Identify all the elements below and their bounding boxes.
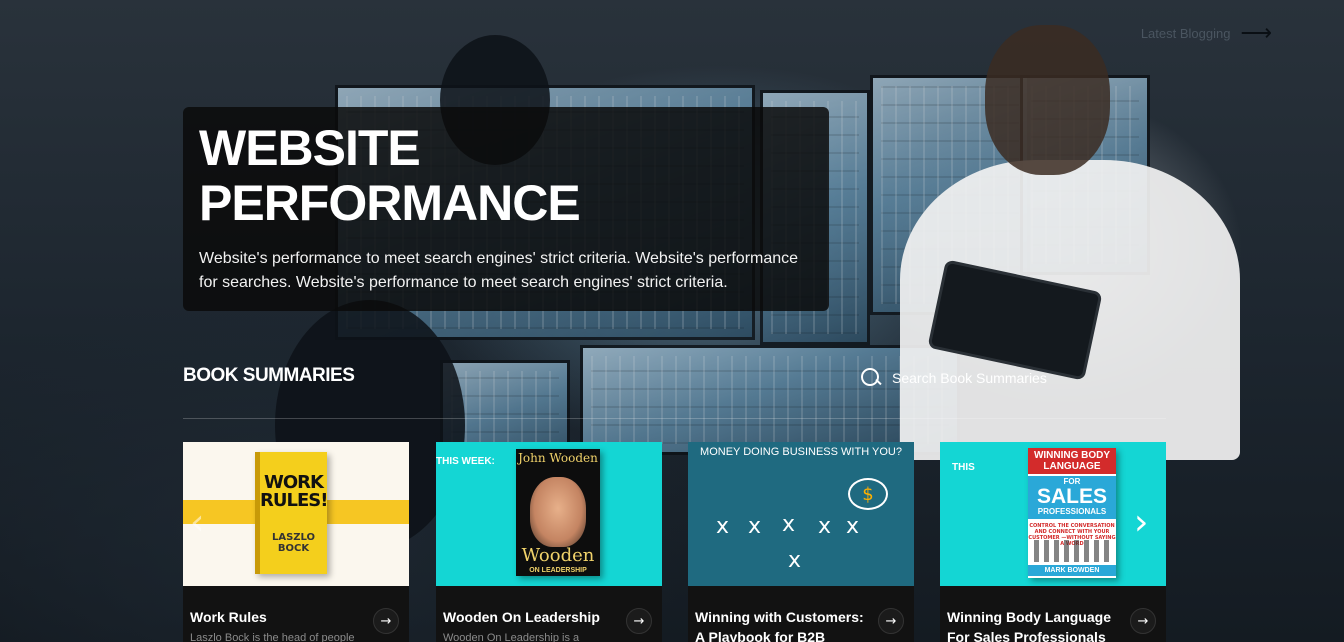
cover-mark: x: [818, 514, 832, 539]
section-divider: [183, 418, 1166, 419]
book-card[interactable]: THIS WINNING BODY LANGUAGE FOR SALES PRO…: [940, 442, 1166, 642]
cover-tag: THIS WEEK:: [436, 456, 495, 467]
book-description: Laszlo Bock is the head of people: [190, 632, 355, 642]
book-title: Winning Body Language For Sales Professi…: [947, 609, 1111, 642]
book-description: Wooden On Leadership is a: [443, 632, 580, 642]
cover-mark: x: [846, 514, 860, 539]
book-card[interactable]: THIS WEEK: John Wooden Wooden ON LEADERS…: [436, 442, 662, 642]
arrow-right-icon[interactable]: →: [373, 608, 399, 634]
latest-blogging-label: Latest Blogging: [1140, 25, 1231, 41]
arrow-right-icon: ⟶: [1240, 20, 1272, 45]
book-title: Work Rules: [190, 609, 267, 625]
cover-author: LASZLO BOCK: [271, 532, 316, 554]
book-cover-image: WORK RULES! LASZLO BOCK: [183, 442, 409, 586]
book-card[interactable]: MONEY DOING BUSINESS WITH YOU? x x x x x…: [688, 442, 914, 642]
cover-mark: x: [748, 514, 762, 539]
search-icon: [860, 367, 882, 389]
cover-author: MARK BOWDEN: [1028, 565, 1116, 576]
cover-mark: x: [788, 548, 802, 573]
arrow-right-icon[interactable]: →: [1130, 608, 1156, 634]
chevron-left-icon[interactable]: ‹: [190, 505, 204, 541]
arrow-right-icon[interactable]: →: [626, 608, 652, 634]
chevron-right-icon[interactable]: ›: [1134, 505, 1148, 541]
search-book-summaries[interactable]: Search Book Summaries: [860, 367, 1047, 389]
cover-text: ON LEADERSHIP: [529, 567, 587, 574]
cover-tag: THIS: [952, 462, 975, 473]
page-title: WEBSITE PERFORMANCE: [199, 120, 581, 231]
cover-text: PROFESSIONALS: [1037, 507, 1107, 517]
latest-blogging-link[interactable]: Latest Blogging ⟶: [1141, 22, 1272, 44]
book-carousel: WORK RULES! LASZLO BOCK Work Rules Laszl…: [183, 442, 1166, 642]
book-cover-image: THIS WEEK: John Wooden Wooden ON LEADERS…: [436, 442, 662, 586]
arrow-right-icon[interactable]: →: [878, 608, 904, 634]
cover-text: Wooden: [521, 545, 595, 566]
hero-panel: WEBSITE PERFORMANCE Website's performanc…: [183, 107, 829, 311]
book-title: Wooden On Leadership: [443, 609, 600, 625]
cover-text: RULES!: [260, 490, 328, 511]
dollar-icon: $: [848, 478, 888, 510]
cover-text: MONEY DOING BUSINESS WITH YOU?: [700, 446, 902, 458]
book-cover-image: MONEY DOING BUSINESS WITH YOU? x x x x x…: [688, 442, 914, 586]
cover-text: SALES: [1036, 485, 1107, 509]
book-card[interactable]: WORK RULES! LASZLO BOCK Work Rules Laszl…: [183, 442, 409, 642]
book-title: Winning with Customers: A Playbook for B…: [695, 609, 864, 642]
book-cover-image: THIS WINNING BODY LANGUAGE FOR SALES PRO…: [940, 442, 1166, 586]
cover-mark: x: [782, 512, 796, 537]
section-title: BOOK SUMMARIES: [183, 365, 355, 386]
cover-author: John Wooden: [518, 451, 598, 465]
search-label: Search Book Summaries: [892, 370, 1047, 386]
cover-text: WINNING BODY LANGUAGE: [1028, 448, 1116, 474]
hero-description: Website's performance to meet search eng…: [199, 250, 799, 291]
cover-mark: x: [716, 514, 730, 539]
